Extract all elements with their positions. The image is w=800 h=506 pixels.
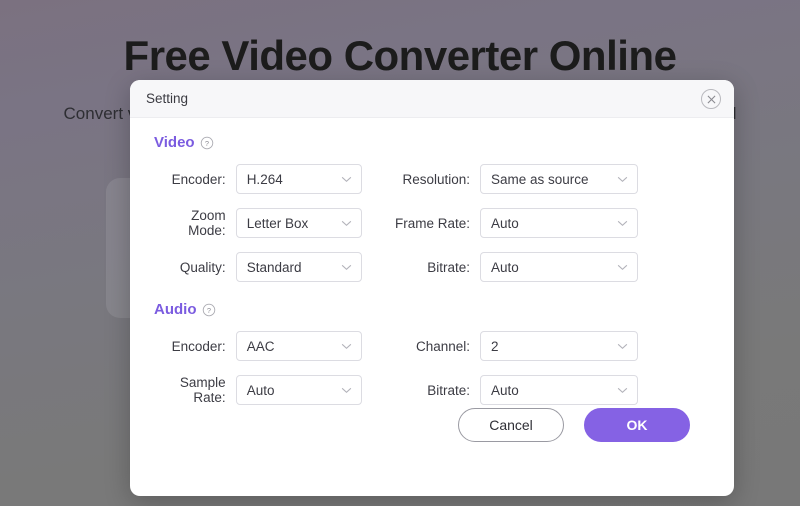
field-audio-channel: Channel: 2 [362, 324, 652, 368]
chevron-down-icon [341, 387, 352, 394]
label-audio-encoder: Encoder: [171, 338, 226, 354]
close-icon[interactable] [701, 89, 721, 109]
section-label-audio: Audio [154, 301, 197, 318]
chevron-down-icon [617, 220, 628, 227]
question-circle-glyph: ? [202, 303, 215, 316]
dialog-footer: Cancel OK [130, 408, 734, 442]
question-circle-icon[interactable]: ? [202, 303, 216, 317]
chevron-down-icon [617, 264, 628, 271]
select-audio-channel-value: 2 [491, 338, 499, 354]
label-audio-channel: Channel: [415, 338, 470, 354]
cancel-button[interactable]: Cancel [458, 408, 564, 442]
svg-text:?: ? [206, 305, 210, 314]
field-video-zoom-mode: Zoom Mode: Letter Box [130, 201, 362, 245]
page-root: Free Video Converter Online Convert vide… [0, 0, 800, 506]
select-audio-sample-rate[interactable]: Auto [235, 375, 362, 405]
label-video-quality: Quality: [179, 259, 226, 275]
chevron-down-icon [341, 176, 352, 183]
field-audio-sample-rate: Sample Rate: Auto [130, 368, 362, 412]
svg-text:?: ? [205, 138, 209, 147]
select-audio-encoder-value: AAC [246, 338, 275, 354]
field-audio-encoder: Encoder: AAC [130, 324, 362, 368]
chevron-down-icon [617, 343, 628, 350]
section-header-video: Video ? [154, 134, 734, 151]
select-video-resolution-value: Same as source [491, 171, 589, 187]
chevron-down-icon [617, 176, 628, 183]
select-video-zoom-mode[interactable]: Letter Box [235, 208, 362, 238]
section-header-audio: Audio ? [154, 301, 734, 318]
select-video-quality-value: Standard [246, 259, 302, 275]
select-audio-bitrate[interactable]: Auto [480, 375, 638, 405]
select-video-zoom-mode-value: Letter Box [246, 215, 309, 231]
field-video-encoder: Encoder: H.264 [130, 157, 362, 201]
select-video-encoder[interactable]: H.264 [235, 164, 362, 194]
dialog-body: Video ? Encoder: H.264 Resolution: Same … [130, 118, 734, 458]
question-circle-glyph: ? [200, 136, 213, 149]
select-video-quality[interactable]: Standard [235, 252, 362, 282]
select-video-bitrate-value: Auto [491, 259, 519, 275]
select-audio-bitrate-value: Auto [491, 382, 519, 398]
chevron-down-icon [341, 220, 352, 227]
field-video-quality: Quality: Standard [130, 245, 362, 289]
select-audio-sample-rate-value: Auto [246, 382, 275, 398]
label-video-zoom-mode: Zoom Mode: [188, 208, 226, 238]
select-video-encoder-value: H.264 [246, 171, 283, 187]
chevron-down-icon [617, 387, 628, 394]
label-video-resolution: Resolution: [402, 171, 470, 187]
label-video-encoder: Encoder: [171, 171, 226, 187]
setting-dialog: Setting Video ? Encoder: H.264 Resolutio… [130, 80, 734, 496]
dialog-title: Setting [146, 91, 189, 106]
select-video-bitrate[interactable]: Auto [480, 252, 638, 282]
select-video-resolution[interactable]: Same as source [480, 164, 638, 194]
select-video-frame-rate-value: Auto [491, 215, 519, 231]
question-circle-icon[interactable]: ? [200, 136, 214, 150]
field-video-frame-rate: Frame Rate: Auto [362, 201, 652, 245]
chevron-down-icon [341, 343, 352, 350]
close-x-glyph [707, 95, 715, 103]
select-audio-channel[interactable]: 2 [480, 331, 638, 361]
label-video-bitrate: Bitrate: [427, 259, 470, 275]
audio-fields-grid: Encoder: AAC Channel: 2 Sample Rate: Aut… [130, 324, 734, 412]
section-label-video: Video [154, 134, 195, 151]
page-title: Free Video Converter Online [123, 32, 677, 79]
label-audio-sample-rate: Sample Rate: [179, 375, 226, 405]
video-fields-grid: Encoder: H.264 Resolution: Same as sourc… [130, 157, 734, 289]
dialog-header: Setting [130, 80, 734, 118]
chevron-down-icon [341, 264, 352, 271]
select-audio-encoder[interactable]: AAC [235, 331, 362, 361]
field-video-bitrate: Bitrate: Auto [362, 245, 652, 289]
field-audio-bitrate: Bitrate: Auto [362, 368, 652, 412]
label-video-frame-rate: Frame Rate: [394, 215, 470, 231]
field-video-resolution: Resolution: Same as source [362, 157, 652, 201]
label-audio-bitrate: Bitrate: [427, 382, 470, 398]
ok-button[interactable]: OK [584, 408, 690, 442]
select-video-frame-rate[interactable]: Auto [480, 208, 638, 238]
